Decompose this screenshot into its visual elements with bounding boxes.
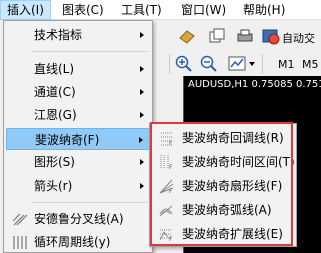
submenu-arrow-icon — [140, 159, 144, 165]
auto-trading-button[interactable]: 自动交 — [282, 28, 315, 50]
submenu-arrow-icon — [140, 183, 144, 189]
menu-item-shapes[interactable]: 图形(S) — [6, 151, 150, 173]
menu-separator — [32, 51, 148, 52]
auto-trading-icon[interactable] — [262, 27, 280, 45]
menu-item-label: 安德鲁分叉线(A) — [34, 212, 124, 226]
submenu-arrow-icon — [140, 112, 144, 118]
submenu-item-label: 斐波纳奇时间区间(T) — [182, 155, 295, 169]
menu-item-label: 直线(L) — [34, 62, 75, 76]
menu-item-indicators[interactable]: 技术指标 — [6, 24, 150, 46]
submenu-item-fibo-expansion[interactable]: F 斐波纳奇扩展线(E) — [152, 222, 294, 246]
menu-charts[interactable]: 图表(C) — [56, 0, 110, 20]
timeframe-m1-button[interactable]: M1 — [278, 54, 295, 76]
menu-item-label: 循环周期线(y) — [34, 235, 111, 249]
submenu-item-fibo-retracement[interactable]: F 斐波纳奇回调线(R) — [152, 126, 294, 150]
submenu-arrow-icon — [140, 32, 144, 38]
submenu-arrow-icon — [139, 137, 143, 143]
fibo-fan-icon: F — [159, 179, 174, 194]
fibo-expansion-icon: F — [159, 229, 173, 242]
menu-item-fibonacci[interactable]: 斐波纳奇(F) — [6, 128, 150, 150]
menu-bar: 插入(I) 图表(C) 工具(T) 窗口(W) 帮助(H) — [0, 0, 321, 20]
svg-text:F: F — [169, 188, 173, 194]
menu-item-label: 箭头(r) — [34, 179, 73, 193]
menu-item-cycle-lines[interactable]: 循环周期线(y) — [6, 231, 150, 253]
fibo-time-zones-icon: F — [160, 155, 173, 170]
menu-item-andrews-pitchfork[interactable]: 安德鲁分叉线(A) — [6, 208, 150, 230]
menu-item-gann[interactable]: 江恩(G) — [6, 104, 150, 126]
zoom-out-icon[interactable] — [200, 55, 218, 73]
submenu-item-fibo-time-zones[interactable]: F 斐波纳奇时间区间(T) — [152, 150, 295, 174]
timeframe-m5-button[interactable]: M5 — [302, 54, 319, 76]
menu-item-channels[interactable]: 通道(C) — [6, 81, 150, 103]
menu-separator — [32, 202, 148, 203]
fibo-arcs-icon — [159, 205, 173, 217]
submenu-item-fibo-arcs[interactable]: 斐波纳奇弧线(A) — [152, 198, 294, 222]
chart-title: AUDUSD,H1 0.75085 0.75148 — [188, 79, 321, 90]
toolbar-separator — [169, 54, 170, 74]
insert-menu: 技术指标 直线(L) 通道(C) 江恩(G) 斐波纳奇(F) 图形(S) 箭头(… — [3, 20, 153, 253]
menu-item-label: 斐波纳奇(F) — [35, 133, 100, 147]
menu-item-label: 技术指标 — [34, 28, 83, 42]
menu-item-lines[interactable]: 直线(L) — [6, 58, 150, 80]
menu-item-label: 图形(S) — [34, 155, 75, 169]
fibonacci-submenu: F 斐波纳奇回调线(R) F 斐波纳奇时间区间(T) F 斐波纳奇扇形线(F) … — [149, 123, 297, 247]
chart-template-icon[interactable] — [228, 55, 248, 73]
cycle-lines-icon — [13, 236, 27, 249]
menu-help[interactable]: 帮助(H) — [237, 0, 291, 20]
copy-icon[interactable] — [208, 28, 226, 44]
menu-item-arrows[interactable]: 箭头(r) — [6, 175, 150, 197]
toolbar-separator — [262, 54, 263, 74]
zoom-in-icon[interactable] — [175, 55, 193, 73]
submenu-arrow-icon — [140, 89, 144, 95]
submenu-item-label: 斐波纳奇回调线(R) — [182, 131, 284, 145]
menu-window[interactable]: 窗口(W) — [175, 0, 232, 20]
submenu-item-label: 斐波纳奇扇形线(F) — [182, 179, 283, 193]
pitchfork-icon — [12, 213, 28, 226]
svg-text:F: F — [169, 236, 173, 242]
eraser-icon[interactable] — [178, 28, 196, 44]
submenu-item-label: 斐波纳奇弧线(A) — [182, 203, 272, 217]
svg-text:F: F — [169, 164, 173, 170]
menu-tools[interactable]: 工具(T) — [115, 0, 168, 20]
fibo-retracement-icon: F — [161, 132, 173, 146]
print-icon[interactable] — [236, 28, 254, 44]
chevron-down-icon[interactable] — [249, 62, 255, 66]
menu-item-label: 通道(C) — [34, 85, 76, 99]
menu-item-label: 江恩(G) — [34, 108, 77, 122]
submenu-item-fibo-fan[interactable]: F 斐波纳奇扇形线(F) — [152, 174, 294, 198]
submenu-arrow-icon — [140, 66, 144, 72]
svg-text:F: F — [169, 140, 173, 146]
menu-insert[interactable]: 插入(I) — [0, 0, 51, 20]
submenu-item-label: 斐波纳奇扩展线(E) — [182, 227, 283, 241]
